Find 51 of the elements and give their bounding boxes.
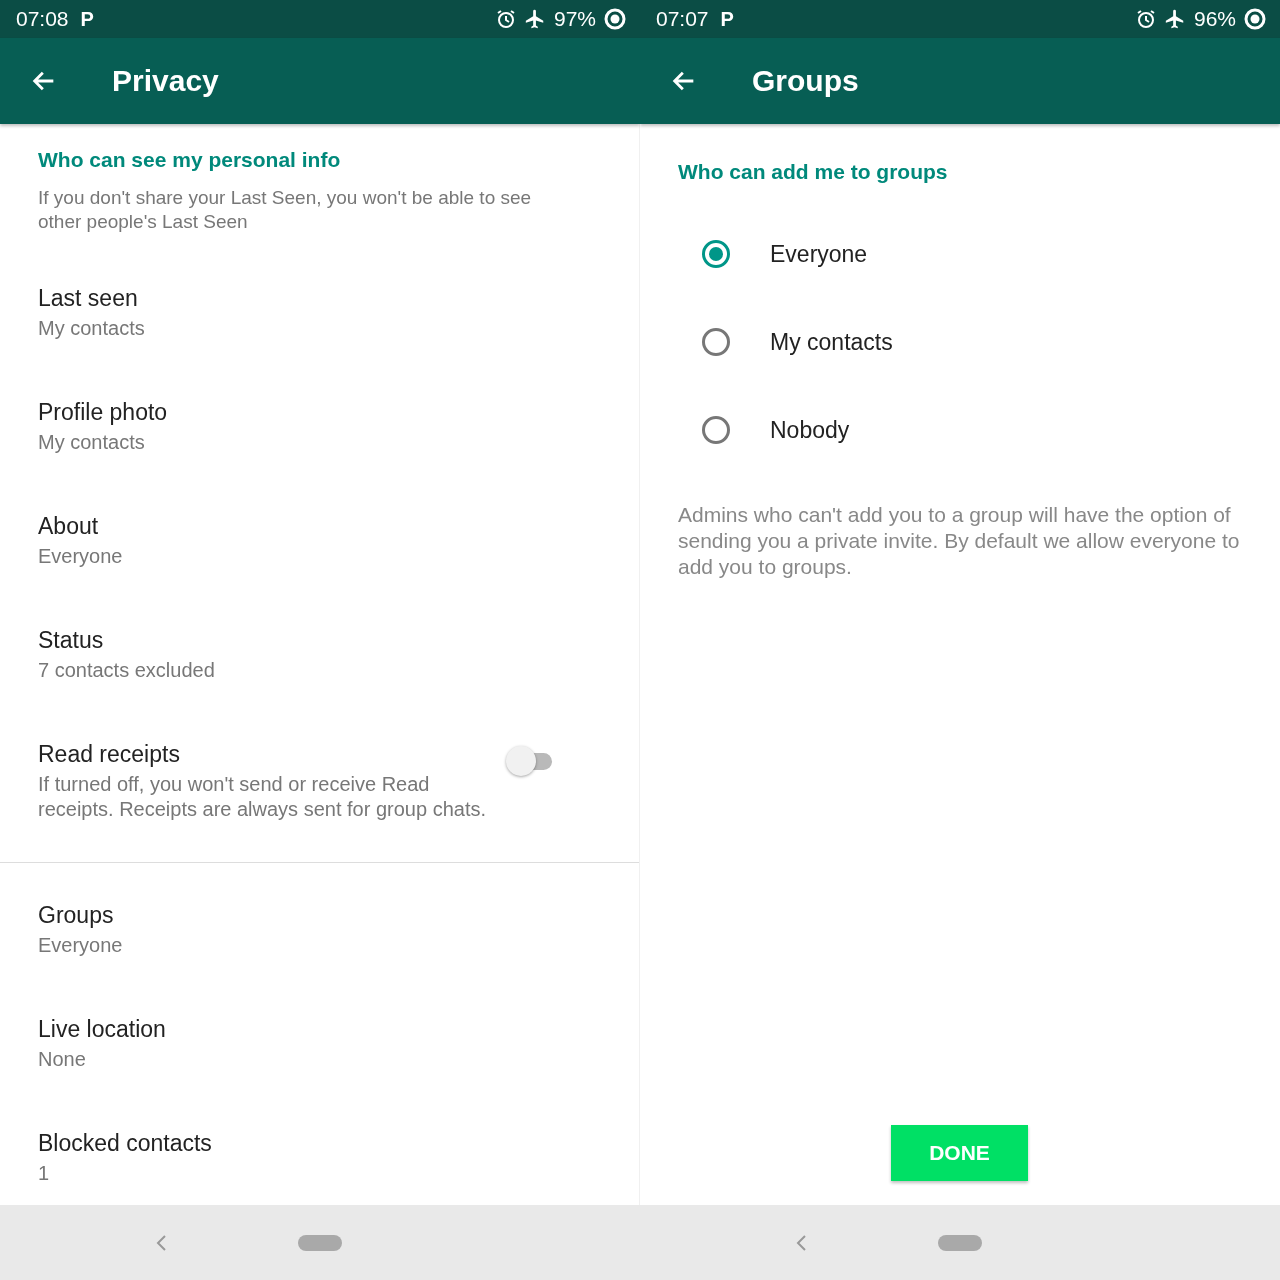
setting-title: Profile photo <box>38 398 169 426</box>
option-note: Admins who can't add you to a group will have the option of sending you a private invite. By default we allow everyone to add you to groups. <box>678 502 1241 580</box>
home-pill-icon[interactable] <box>298 1234 342 1251</box>
setting-title: About <box>38 512 100 540</box>
option-label[interactable]: Nobody <box>770 416 850 444</box>
setting-value: Everyone <box>38 544 124 569</box>
setting-value: None <box>38 1047 87 1072</box>
screen-title: Privacy <box>112 64 219 98</box>
section-note: If you don't share your Last Seen, you won't be able to see other people's Last Seen <box>38 186 533 234</box>
option-label[interactable]: Everyone <box>770 240 868 268</box>
settings-item[interactable]: Groups Everyone <box>0 901 639 1015</box>
home-pill-icon[interactable] <box>938 1234 982 1251</box>
battery-icon <box>604 8 626 30</box>
section-heading: Who can add me to groups <box>678 160 949 184</box>
airplane-icon <box>1163 8 1186 30</box>
setting-value: 1 <box>38 1161 51 1186</box>
settings-item[interactable]: Last seen My contacts <box>0 284 639 398</box>
battery-icon <box>1244 8 1266 30</box>
radio-button[interactable] <box>702 328 730 356</box>
settings-item[interactable]: Status 7 contacts excluded <box>0 626 639 740</box>
setting-title: Groups <box>38 901 115 929</box>
setting-title: Live location <box>38 1015 167 1043</box>
radio-button[interactable] <box>702 240 730 268</box>
notification-icon: P <box>720 7 734 31</box>
option-label[interactable]: My contacts <box>770 328 893 356</box>
setting-value: My contacts <box>38 430 146 455</box>
screen-title: Groups <box>752 64 859 98</box>
clock: 07:08 <box>16 7 69 31</box>
battery-percent: 96% <box>1193 7 1236 31</box>
settings-item[interactable]: Blocked contacts 1 <box>0 1129 639 1205</box>
radio-button[interactable] <box>702 416 730 444</box>
settings-item[interactable]: About Everyone <box>0 512 639 626</box>
setting-title: Status <box>38 626 105 654</box>
setting-title: Blocked contacts <box>38 1129 213 1157</box>
alarm-icon <box>1135 9 1156 29</box>
setting-title: Read receipts <box>38 740 181 768</box>
battery-percent: 97% <box>553 7 596 31</box>
setting-value: Everyone <box>38 933 124 958</box>
notification-icon: P <box>80 7 94 31</box>
clock: 07:07 <box>656 7 709 31</box>
toggle-switch[interactable] <box>506 746 554 776</box>
airplane-icon <box>523 8 546 30</box>
setting-title: Last seen <box>38 284 139 312</box>
settings-item[interactable]: Read receipts If turned off, you won't send or receive Read receipts. Receipts are always sent for group chats. <box>0 740 639 846</box>
setting-value: My contacts <box>38 316 146 341</box>
alarm-icon <box>495 9 516 29</box>
settings-item[interactable]: Live location None <box>0 1015 639 1129</box>
setting-value: 7 contacts excluded <box>38 658 216 683</box>
section-heading: Who can see my personal info <box>38 148 342 172</box>
setting-description: If turned off, you won't send or receive Read receipts. Receipts are always sent for group chats. <box>38 772 487 822</box>
settings-item[interactable]: Profile photo My contacts <box>0 398 639 512</box>
